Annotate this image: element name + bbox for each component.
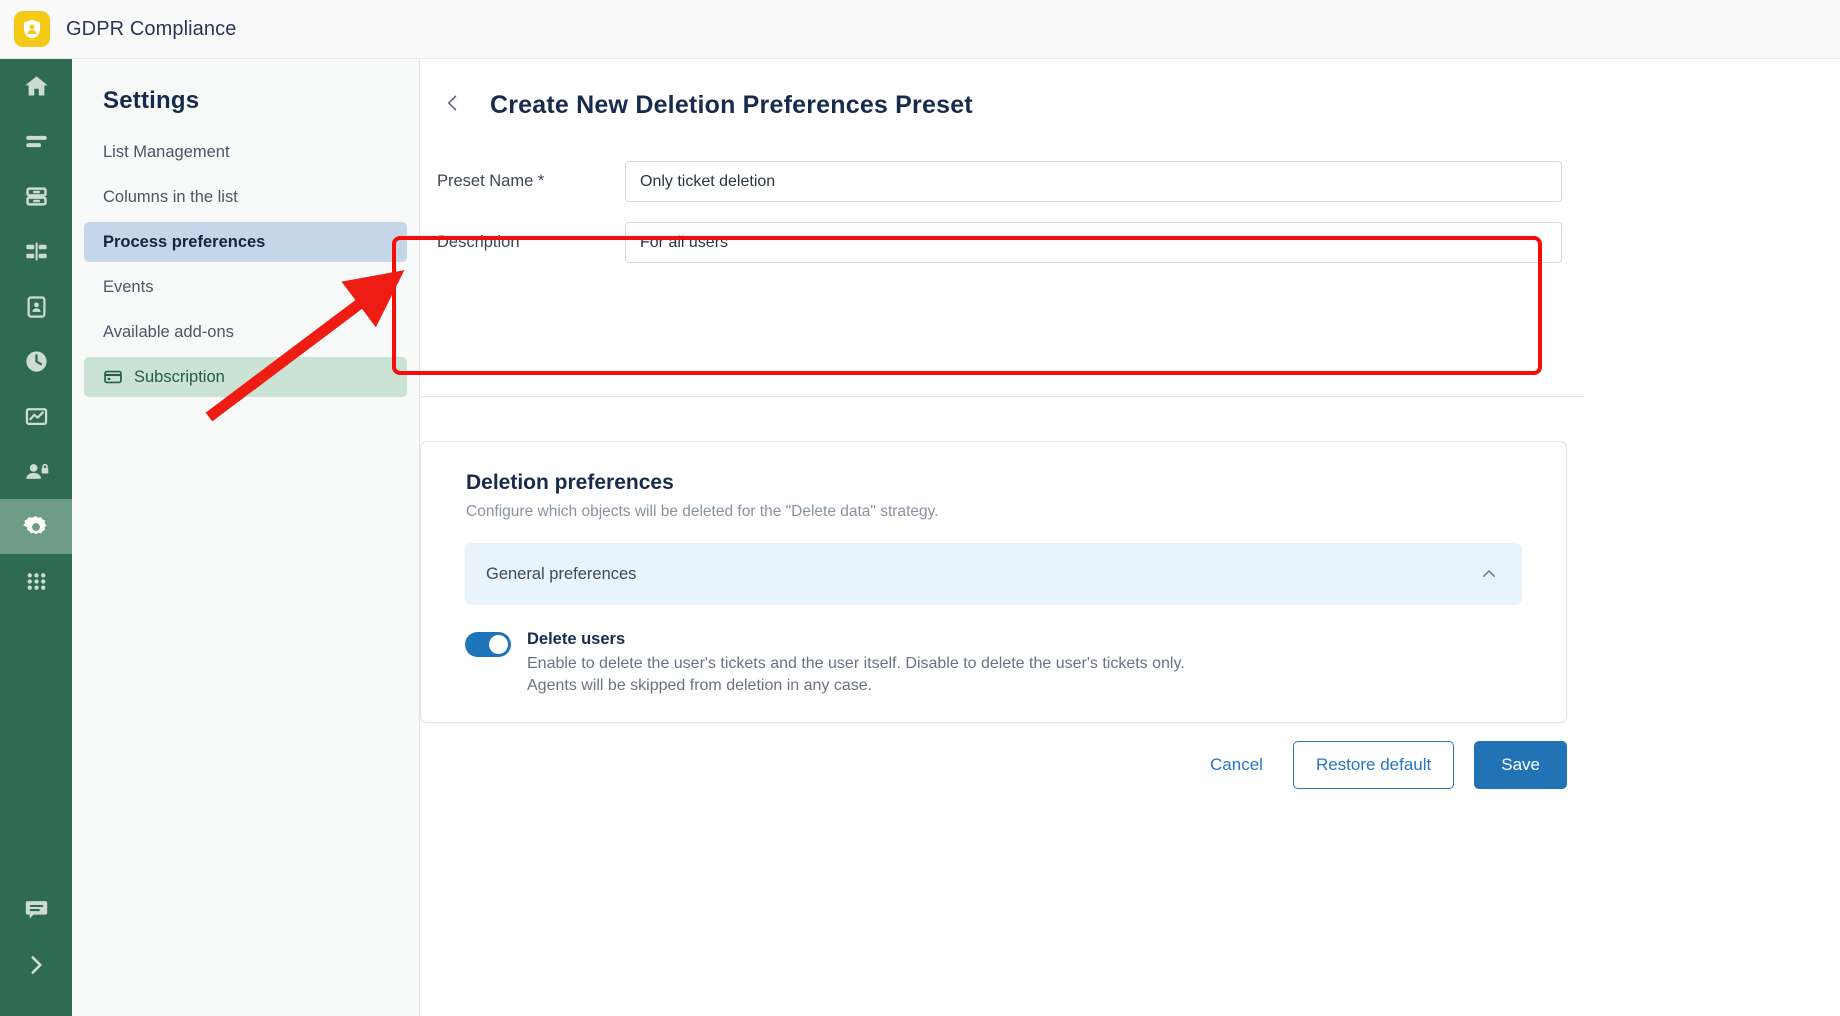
left-icon-rail <box>0 59 72 1016</box>
delete-users-label: Delete users <box>527 630 626 648</box>
chart-icon <box>23 403 50 430</box>
rail-item-reports[interactable] <box>0 389 72 444</box>
filter-bars-icon <box>23 238 50 265</box>
sidebar-item-process-preferences[interactable]: Process preferences <box>84 222 407 262</box>
sidebar-item-subscription[interactable]: Subscription <box>84 357 407 397</box>
preset-form: Preset Name * Only ticket deletion Descr… <box>392 156 1583 789</box>
clipboard-person-icon <box>23 293 50 320</box>
accordion-general-preferences[interactable]: General preferences <box>465 543 1522 605</box>
form-row-description: Description For all users <box>420 217 1575 268</box>
rail-item-privacy[interactable] <box>0 444 72 499</box>
page-header: Create New Deletion Preferences Preset <box>420 59 1840 120</box>
rail-item-home[interactable] <box>0 59 72 114</box>
chevron-right-icon <box>23 952 49 978</box>
clock-icon <box>23 348 50 375</box>
sidebar-item-label: Events <box>103 277 154 296</box>
apps-grid-icon <box>23 568 50 595</box>
sidebar-item-available-add-ons[interactable]: Available add-ons <box>84 312 407 352</box>
rail-item-chat[interactable] <box>0 882 72 937</box>
rail-expand-button[interactable] <box>0 937 72 992</box>
delete-users-description-line2: Agents will be skipped from deletion in … <box>527 676 873 694</box>
delete-users-toggle[interactable] <box>465 632 511 657</box>
user-lock-icon <box>23 458 50 485</box>
settings-heading: Settings <box>103 87 200 114</box>
settings-sidebar: Settings List Management Columns in the … <box>72 59 420 1016</box>
description-label: Description <box>437 233 520 251</box>
app-title: GDPR Compliance <box>66 17 237 40</box>
rail-item-history[interactable] <box>0 334 72 389</box>
section-divider <box>420 396 1583 397</box>
rail-item-lists[interactable] <box>0 114 72 169</box>
credit-card-icon <box>103 367 123 387</box>
app-header: GDPR Compliance <box>0 0 1840 59</box>
chevron-left-icon <box>443 93 463 118</box>
delete-users-description-line1: Enable to delete the user's tickets and … <box>527 655 1185 672</box>
preset-name-input[interactable]: Only ticket deletion <box>625 161 1562 202</box>
rail-item-filters[interactable] <box>0 224 72 279</box>
rail-item-settings[interactable] <box>0 499 72 554</box>
back-button[interactable] <box>438 90 468 120</box>
form-actions: Cancel Restore default Save <box>420 741 1567 789</box>
settings-nav-list: List Management Columns in the list Proc… <box>72 132 419 397</box>
restore-default-button[interactable]: Restore default <box>1292 741 1455 789</box>
home-icon <box>23 73 50 100</box>
preset-name-label: Preset Name * <box>437 172 545 190</box>
toggle-knob <box>489 635 508 654</box>
card-subtitle: Configure which objects will be deleted … <box>466 503 939 520</box>
list-lines-icon <box>23 128 50 155</box>
form-row-preset-name: Preset Name * Only ticket deletion <box>420 156 1575 207</box>
rail-item-records[interactable] <box>0 279 72 334</box>
sidebar-item-list-management[interactable]: List Management <box>84 132 407 172</box>
rail-item-apps[interactable] <box>0 554 72 609</box>
delete-users-setting: Delete users Enable to delete the user's… <box>421 605 1566 696</box>
sidebar-item-label: Process preferences <box>103 232 266 251</box>
database-icon <box>23 183 50 210</box>
gear-icon <box>22 513 50 541</box>
delete-users-texts: Delete users Enable to delete the user's… <box>527 629 1185 696</box>
shield-person-icon <box>14 11 50 47</box>
chat-bubble-icon <box>23 896 50 923</box>
deletion-preferences-card: Deletion preferences Configure which obj… <box>420 441 1567 723</box>
card-title: Deletion preferences <box>466 471 674 494</box>
sidebar-item-columns-in-the-list[interactable]: Columns in the list <box>84 177 407 217</box>
app-window: GDPR Compliance Settings List Management… <box>0 0 1840 1016</box>
sidebar-item-events[interactable]: Events <box>84 267 407 307</box>
rail-item-database[interactable] <box>0 169 72 224</box>
page-title: Create New Deletion Preferences Preset <box>490 90 973 119</box>
chevron-up-icon[interactable] <box>1480 565 1498 583</box>
accordion-label: General preferences <box>486 564 637 583</box>
description-input[interactable]: For all users <box>625 222 1562 263</box>
sidebar-item-label: Columns in the list <box>103 187 238 206</box>
cancel-button[interactable]: Cancel <box>1200 747 1273 783</box>
save-button[interactable]: Save <box>1474 741 1567 789</box>
main-content: Create New Deletion Preferences Preset P… <box>392 59 1840 1016</box>
sidebar-item-label: Available add-ons <box>103 322 234 341</box>
sidebar-item-label: Subscription <box>134 367 225 386</box>
sidebar-item-label: List Management <box>103 142 230 161</box>
